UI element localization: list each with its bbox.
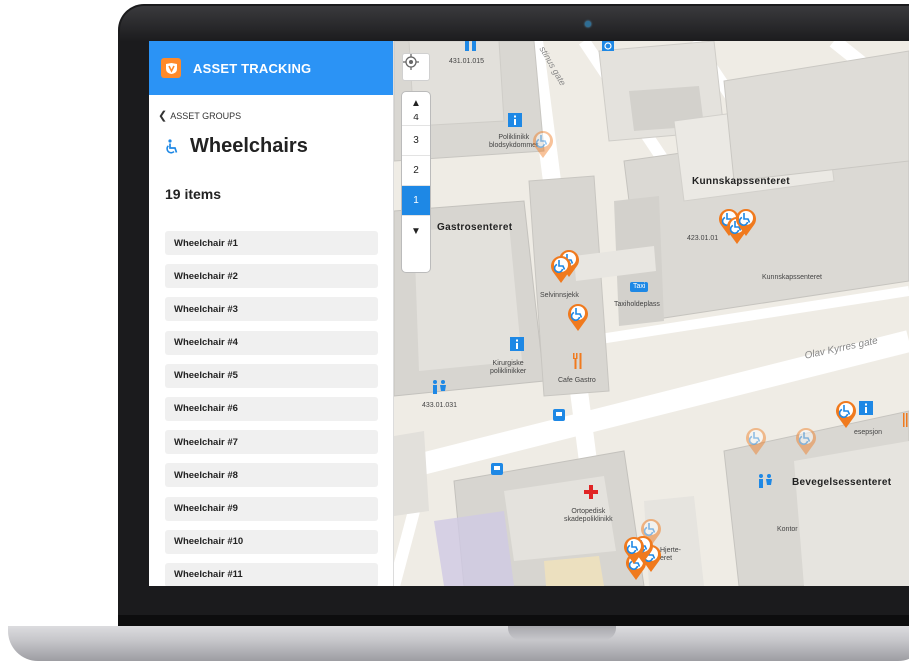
info-icon xyxy=(859,401,873,415)
wheelchair-location-pin[interactable] xyxy=(622,535,646,565)
list-item[interactable]: Wheelchair #9 xyxy=(165,496,378,521)
restaurant-icon xyxy=(903,413,908,427)
floor-option-2[interactable]: 2 xyxy=(402,156,430,186)
app-title: ASSET TRACKING xyxy=(193,60,312,76)
wheelchair-location-pin[interactable] xyxy=(531,129,555,159)
locate-me-button[interactable] xyxy=(402,53,430,81)
building-label: Gastrosenteret xyxy=(437,222,513,233)
bus-icon xyxy=(491,463,503,475)
room-label: Hjerte- eret xyxy=(660,547,682,562)
building-label: Kunnskapssenteret xyxy=(692,176,790,187)
room-label: Cafe Gastro xyxy=(558,377,596,384)
group-title-label: Wheelchairs xyxy=(190,135,308,157)
laptop-base xyxy=(8,626,909,661)
crosshair-icon xyxy=(403,54,419,70)
room-label: Taxiholdeplass xyxy=(614,301,660,308)
laptop-bezel-highlight xyxy=(120,6,909,42)
info-icon xyxy=(508,113,522,127)
wheelchair-location-pin[interactable] xyxy=(834,399,858,429)
wheelchair-location-pin[interactable] xyxy=(549,254,573,284)
floor-down-button[interactable]: ▼ xyxy=(402,216,430,246)
floor-option-3[interactable]: 3 xyxy=(402,126,430,156)
wheelchair-icon xyxy=(166,138,178,154)
floor-selector: ▲ 4 3 2 1 ▼ xyxy=(401,91,431,273)
room-label: 433.01.031 xyxy=(422,402,458,409)
map-canvas xyxy=(394,41,909,586)
floor-option-4[interactable]: 4 xyxy=(402,114,430,126)
room-label: Kirurgiske poliklinikker xyxy=(490,360,527,375)
map-view[interactable]: 431.01.015 Poliklinikk blodsykdommer Gas… xyxy=(394,41,909,586)
back-to-asset-groups-link[interactable]: ❮ ASSET GROUPS xyxy=(158,109,393,122)
building-label-small: Kunnskapssenteret xyxy=(762,274,822,281)
chevron-left-icon: ❮ xyxy=(158,110,168,122)
room-label: Selvinnsjekk xyxy=(540,292,579,299)
wheelchair-sign-icon xyxy=(602,41,614,51)
list-item[interactable]: Wheelchair #10 xyxy=(165,529,378,554)
list-item[interactable]: Wheelchair #3 xyxy=(165,297,378,322)
floor-up-button[interactable]: ▲ xyxy=(402,92,430,114)
list-item[interactable]: Wheelchair #7 xyxy=(165,430,378,455)
list-item[interactable]: Wheelchair #8 xyxy=(165,463,378,488)
restroom-icon xyxy=(433,380,446,394)
item-count: 19 items xyxy=(165,186,222,202)
list-item[interactable]: Wheelchair #2 xyxy=(165,264,378,289)
restroom-icon xyxy=(465,41,476,51)
room-label: 423.01.01 xyxy=(687,235,719,242)
room-label: Ortopedisk skadepoliklinikk xyxy=(564,508,613,523)
page-title: Wheelchairs xyxy=(164,135,393,158)
sidebar: ASSET TRACKING ❮ ASSET GROUPS Wheelchair… xyxy=(149,41,394,586)
list-item[interactable]: Wheelchair #6 xyxy=(165,396,378,421)
asset-list: Wheelchair #1 Wheelchair #2 Wheelchair #… xyxy=(165,231,378,586)
app-logo-icon xyxy=(161,58,181,78)
wheelchair-location-pin[interactable] xyxy=(744,426,768,456)
wheelchair-location-pin[interactable] xyxy=(566,302,590,332)
list-item[interactable]: Wheelchair #1 xyxy=(165,231,378,255)
room-label: 431.01.015 xyxy=(449,58,485,65)
camera-icon xyxy=(585,21,591,27)
building-label: Bevegelsessenteret xyxy=(792,477,892,488)
floor-option-1[interactable]: 1 xyxy=(402,186,430,216)
back-link-label: ASSET GROUPS xyxy=(170,110,242,121)
list-item[interactable]: Wheelchair #5 xyxy=(165,363,378,388)
app-header: ASSET TRACKING xyxy=(149,41,393,95)
wheelchair-location-pin[interactable] xyxy=(794,426,818,456)
wheelchair-location-pin[interactable] xyxy=(734,207,758,237)
restroom-icon xyxy=(759,474,772,488)
laptop-notch xyxy=(508,626,616,640)
room-label: esepsjon xyxy=(854,429,883,436)
room-label: Kontor xyxy=(777,526,798,533)
list-item[interactable]: Wheelchair #11 xyxy=(165,562,378,586)
bus-icon xyxy=(553,409,565,421)
info-icon xyxy=(510,337,524,351)
restaurant-icon xyxy=(573,353,582,369)
app-screen: ASSET TRACKING ❮ ASSET GROUPS Wheelchair… xyxy=(149,41,909,586)
list-item[interactable]: Wheelchair #4 xyxy=(165,330,378,355)
taxi-badge: Taxi xyxy=(630,282,649,292)
first-aid-icon xyxy=(584,485,598,499)
